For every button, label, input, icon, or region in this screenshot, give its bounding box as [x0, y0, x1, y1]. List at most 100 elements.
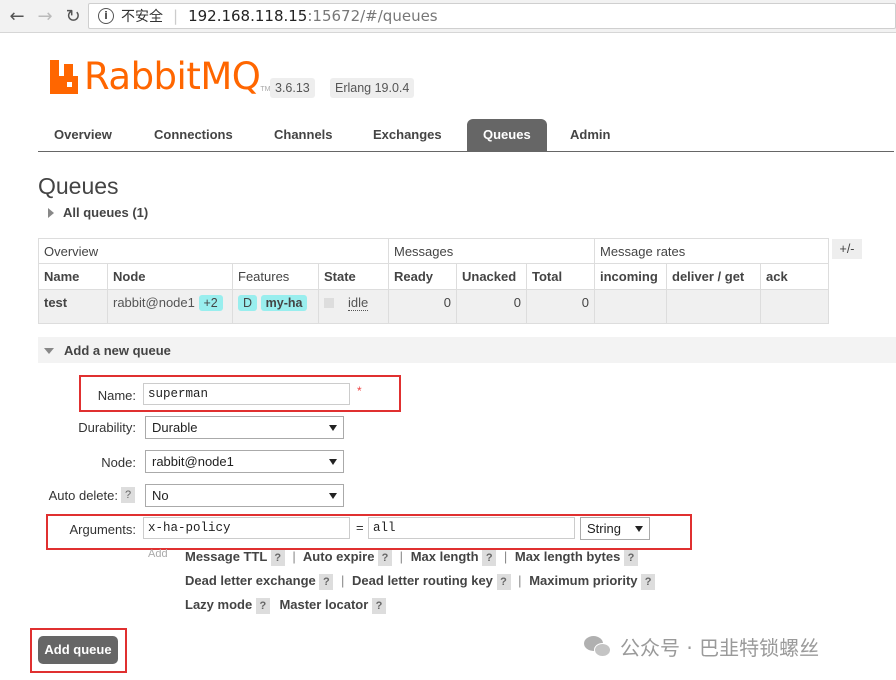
- help-icon[interactable]: ?: [270, 550, 285, 566]
- reload-icon: ↻: [65, 5, 81, 27]
- dropdown-arrow-icon: [635, 526, 643, 532]
- reload-button[interactable]: ↻: [62, 5, 84, 27]
- col-name[interactable]: Name: [38, 263, 108, 290]
- help-icon[interactable]: ?: [496, 574, 511, 590]
- argument-equals: =: [356, 520, 364, 535]
- dropdown-arrow-icon: [329, 493, 337, 499]
- argument-value-input[interactable]: all: [368, 517, 575, 539]
- add-queue-label: Add a new queue: [64, 343, 171, 358]
- node-value: rabbit@node1: [152, 454, 234, 469]
- help-icon[interactable]: ?: [482, 550, 497, 566]
- queue-total: 0: [526, 289, 595, 324]
- rabbitmq-logo[interactable]: RabbitMQ TM: [50, 55, 271, 98]
- hint-message-ttl[interactable]: Message TTL: [185, 549, 267, 564]
- hint-dead-letter-routing-key[interactable]: Dead letter routing key: [352, 573, 493, 588]
- hint-max-length-bytes[interactable]: Max length bytes: [515, 549, 620, 564]
- hint-auto-expire[interactable]: Auto expire: [303, 549, 375, 564]
- arguments-label: Arguments:: [69, 522, 136, 537]
- columns-toggle-button[interactable]: +/-: [832, 239, 862, 259]
- tab-admin[interactable]: Admin: [554, 119, 626, 151]
- queue-ready: 0: [388, 289, 457, 324]
- all-queues-toggle[interactable]: All queues (1): [48, 205, 148, 220]
- hint-dead-letter-exchange[interactable]: Dead letter exchange: [185, 573, 316, 588]
- durability-select[interactable]: Durable: [145, 416, 344, 439]
- required-marker: *: [357, 384, 362, 398]
- col-ack[interactable]: ack: [760, 263, 829, 290]
- auto-delete-help-button[interactable]: ?: [121, 487, 135, 503]
- name-input[interactable]: superman: [143, 383, 350, 405]
- state-indicator-icon: [324, 298, 334, 308]
- help-icon[interactable]: ?: [623, 550, 638, 566]
- node-label: Node:: [101, 455, 136, 470]
- queue-incoming: [594, 289, 667, 324]
- tab-connections[interactable]: Connections: [138, 119, 249, 151]
- hint-master-locator[interactable]: Master locator: [279, 597, 368, 612]
- queue-ack: [760, 289, 829, 324]
- tab-queues[interactable]: Queues: [467, 119, 547, 151]
- durability-value: Durable: [152, 420, 198, 435]
- address-divider: |: [173, 7, 179, 25]
- node-select[interactable]: rabbit@node1: [145, 450, 344, 473]
- col-ready[interactable]: Ready: [388, 263, 457, 290]
- hint-lazy-mode[interactable]: Lazy mode: [185, 597, 252, 612]
- wechat-icon: [584, 635, 612, 658]
- col-incoming[interactable]: incoming: [594, 263, 667, 290]
- address-bar[interactable]: i 不安全 | 192.168.118.15:15672/#/queues: [88, 3, 896, 29]
- group-message-rates: Message rates: [594, 238, 829, 264]
- durability-label: Durability:: [78, 420, 136, 435]
- all-queues-label: All queues (1): [63, 205, 149, 220]
- info-icon[interactable]: i: [98, 8, 114, 24]
- feature-policy-badge[interactable]: my-ha: [260, 295, 308, 311]
- main-tabs: Overview Connections Channels Exchanges …: [38, 119, 894, 152]
- col-features[interactable]: Features: [232, 263, 319, 290]
- dropdown-arrow-icon: [329, 459, 337, 465]
- arrow-left-icon: ←: [9, 5, 25, 27]
- page-title: Queues: [38, 173, 119, 199]
- help-icon[interactable]: ?: [641, 574, 656, 590]
- auto-delete-label: Auto delete:: [48, 488, 118, 503]
- back-button[interactable]: ←: [6, 5, 28, 27]
- col-total[interactable]: Total: [526, 263, 595, 290]
- add-queue-button[interactable]: Add queue: [38, 636, 118, 664]
- argument-hints-row-2: Dead letter exchange ? | Dead letter rou…: [185, 573, 656, 590]
- tab-exchanges[interactable]: Exchanges: [357, 119, 458, 151]
- url-host: 192.168.118.15: [188, 7, 308, 25]
- argument-key-input[interactable]: x-ha-policy: [143, 517, 350, 539]
- help-icon[interactable]: ?: [319, 574, 334, 590]
- table-row[interactable]: test rabbit@node1 +2 D my-ha idle 0 0 0: [38, 289, 829, 324]
- help-icon[interactable]: ?: [255, 598, 270, 614]
- argument-type-value: String: [587, 521, 621, 536]
- col-node[interactable]: Node: [107, 263, 233, 290]
- arrow-right-icon: →: [37, 5, 53, 27]
- queue-state-cell: idle: [318, 289, 389, 324]
- node-mirrors-badge: +2: [198, 295, 223, 311]
- add-queue-toggle[interactable]: Add a new queue: [44, 343, 171, 358]
- col-deliver-get[interactable]: deliver / get: [666, 263, 761, 290]
- queue-deliver-get: [666, 289, 761, 324]
- hint-maximum-priority[interactable]: Maximum priority: [529, 573, 637, 588]
- dropdown-arrow-icon: [329, 425, 337, 431]
- erlang-badge: Erlang 19.0.4: [330, 78, 415, 98]
- security-label: 不安全: [121, 9, 163, 25]
- argument-hints-row-1: Message TTL ? | Auto expire ? | Max leng…: [185, 549, 638, 566]
- auto-delete-select[interactable]: No: [145, 484, 344, 507]
- logo-text: RabbitMQ: [84, 55, 261, 98]
- queue-state: idle: [348, 295, 369, 311]
- queue-node: rabbit@node1: [113, 295, 195, 310]
- tab-channels[interactable]: Channels: [258, 119, 349, 151]
- tab-overview[interactable]: Overview: [38, 119, 128, 151]
- forward-button[interactable]: →: [34, 5, 56, 27]
- hint-max-length[interactable]: Max length: [411, 549, 479, 564]
- version-badge: 3.6.13: [270, 78, 315, 98]
- argument-type-select[interactable]: String: [580, 517, 650, 540]
- browser-toolbar: ← → ↻ i 不安全 | 192.168.118.15:15672/#/que…: [0, 0, 896, 33]
- watermark: 公众号 · 巴韭特锁螺丝: [584, 632, 819, 661]
- logo-tm: TM: [260, 86, 271, 93]
- help-icon[interactable]: ?: [378, 550, 393, 566]
- col-unacked[interactable]: Unacked: [456, 263, 527, 290]
- queue-features-cell: D my-ha: [232, 289, 319, 324]
- col-state[interactable]: State: [318, 263, 389, 290]
- help-icon[interactable]: ?: [371, 598, 386, 614]
- group-messages: Messages: [388, 238, 595, 264]
- queue-name-link[interactable]: test: [38, 289, 108, 324]
